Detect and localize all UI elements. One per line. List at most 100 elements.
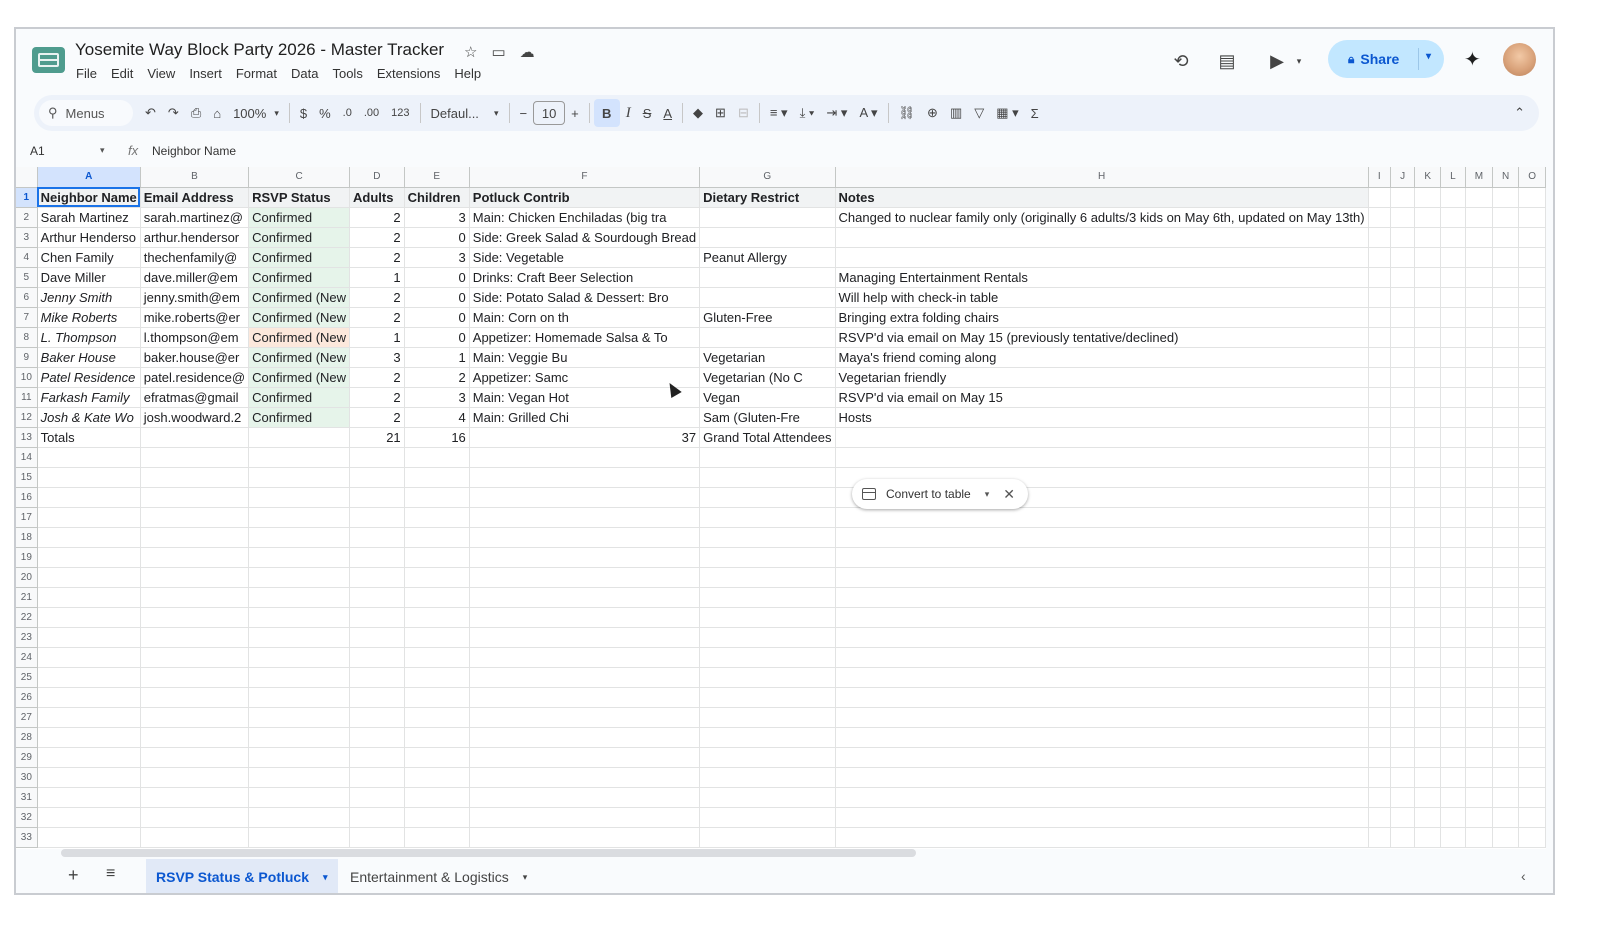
cell[interactable] [1414, 547, 1442, 568]
cell-potluck[interactable]: Main: Chicken Enchiladas (big tra [469, 207, 701, 228]
cell-adults[interactable]: 1 [349, 267, 405, 288]
cell[interactable] [1465, 607, 1494, 628]
cell[interactable] [1492, 507, 1520, 528]
cell[interactable] [1368, 547, 1392, 568]
cell[interactable] [1368, 287, 1392, 308]
cell[interactable] [1492, 567, 1520, 588]
cell[interactable] [1440, 387, 1466, 408]
cell[interactable] [1414, 367, 1442, 388]
cell[interactable] [1465, 527, 1494, 548]
cell[interactable] [1465, 767, 1494, 788]
cell-adults[interactable]: 2 [349, 387, 405, 408]
cell[interactable] [699, 227, 836, 248]
cell[interactable] [1368, 367, 1392, 388]
cell[interactable] [248, 787, 351, 808]
cell[interactable] [349, 447, 405, 468]
cell-name[interactable]: Josh & Kate Wo [37, 407, 141, 428]
cell[interactable] [404, 667, 470, 688]
cell[interactable] [1492, 827, 1520, 848]
cell[interactable] [1440, 547, 1466, 568]
cell-notes[interactable]: Bringing extra folding chairs [835, 307, 1369, 328]
cell[interactable] [1465, 667, 1494, 688]
cell-notes[interactable]: Hosts [835, 407, 1369, 428]
cell[interactable] [699, 327, 836, 348]
filter-views-icon[interactable]: ▦ ▾ [990, 99, 1024, 127]
cell-email[interactable]: baker.house@er [140, 347, 250, 368]
cell[interactable] [248, 507, 351, 528]
function-icon[interactable]: Σ [1025, 99, 1045, 127]
cell[interactable] [1465, 647, 1494, 668]
cell[interactable] [349, 687, 405, 708]
cell-potluck[interactable]: Main: Vegan Hot [469, 387, 701, 408]
cell[interactable] [1492, 287, 1520, 308]
cell[interactable] [1440, 747, 1466, 768]
row-header[interactable]: 9 [16, 347, 38, 368]
cell[interactable] [1465, 467, 1494, 488]
cell[interactable] [1414, 587, 1442, 608]
menus-search[interactable]: ⚲ Menus [39, 100, 133, 126]
convert-to-table-chip[interactable]: Convert to table ▾ ✕ [852, 479, 1028, 509]
row-header[interactable]: 29 [16, 747, 38, 768]
cell[interactable] [1465, 447, 1494, 468]
cell[interactable] [1518, 387, 1546, 408]
cell[interactable] [37, 787, 141, 808]
totals-cell[interactable]: Totals [37, 427, 141, 448]
row-header[interactable]: 19 [16, 547, 38, 568]
row-header[interactable]: 30 [16, 767, 38, 788]
cell[interactable] [1518, 507, 1546, 528]
cell[interactable] [1518, 287, 1546, 308]
cell[interactable] [1465, 787, 1494, 808]
cell[interactable] [1518, 367, 1546, 388]
cell[interactable] [37, 527, 141, 548]
decrease-decimal-button[interactable]: .0 [337, 99, 358, 127]
cell[interactable] [248, 647, 351, 668]
font-select[interactable]: Defaul... ▾ [425, 99, 505, 127]
cell-rsvp[interactable]: Confirmed (New [248, 367, 351, 388]
cell[interactable] [248, 827, 351, 848]
cell[interactable] [469, 707, 701, 728]
fill-color-icon[interactable]: ◆ [687, 99, 709, 127]
cell-diet[interactable]: Peanut Allergy [699, 247, 836, 268]
cell[interactable] [1414, 787, 1442, 808]
cell-diet[interactable]: Gluten-Free [699, 307, 836, 328]
cell[interactable] [1414, 247, 1442, 268]
cell[interactable] [1440, 447, 1466, 468]
cell[interactable] [1390, 487, 1416, 508]
row-header[interactable]: 27 [16, 707, 38, 728]
column-header[interactable]: J [1390, 167, 1416, 188]
cell[interactable] [1465, 627, 1494, 648]
cell-email[interactable]: arthur.hendersor [140, 227, 250, 248]
cell[interactable] [1440, 767, 1466, 788]
cell[interactable] [1368, 487, 1392, 508]
cell[interactable] [37, 507, 141, 528]
cell[interactable] [1414, 507, 1442, 528]
row-header[interactable]: 14 [16, 447, 38, 468]
cell[interactable] [349, 727, 405, 748]
header-cell[interactable]: Notes [835, 187, 1369, 208]
cell[interactable] [1518, 647, 1546, 668]
cell-notes[interactable]: RSVP'd via email on May 15 (previously t… [835, 327, 1369, 348]
cell[interactable] [699, 267, 836, 288]
cell-email[interactable]: josh.woodward.2 [140, 407, 250, 428]
percent-format-button[interactable]: % [313, 99, 337, 127]
cell[interactable] [37, 827, 141, 848]
cell[interactable] [248, 707, 351, 728]
cell[interactable] [1492, 347, 1520, 368]
text-color-icon[interactable]: A [657, 99, 678, 127]
add-sheet-button[interactable]: + [68, 865, 79, 886]
cell[interactable] [835, 527, 1369, 548]
cell[interactable] [1368, 427, 1392, 448]
cell[interactable] [1465, 187, 1494, 208]
cell[interactable] [699, 767, 836, 788]
cell[interactable] [1465, 407, 1494, 428]
row-header[interactable]: 18 [16, 527, 38, 548]
cell[interactable] [404, 627, 470, 648]
merge-cells-icon[interactable]: ⊟ [732, 99, 755, 127]
cell[interactable] [1465, 567, 1494, 588]
cell[interactable] [1390, 767, 1416, 788]
cell-rsvp[interactable]: Confirmed (New [248, 327, 351, 348]
cell[interactable] [1414, 287, 1442, 308]
cell[interactable] [1465, 807, 1494, 828]
cell[interactable] [1390, 587, 1416, 608]
menu-edit[interactable]: Edit [111, 66, 133, 81]
